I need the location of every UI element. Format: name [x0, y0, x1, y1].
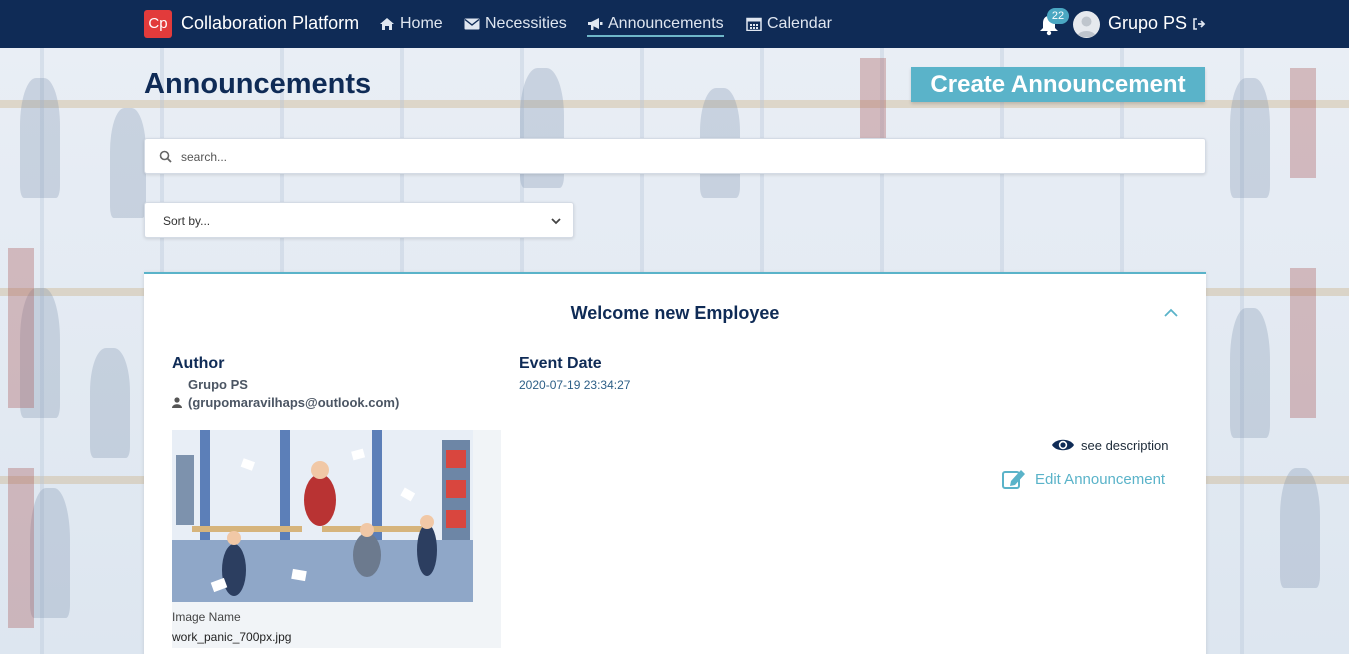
- edit-icon: [1002, 470, 1025, 489]
- eye-icon: [1052, 439, 1074, 451]
- edit-announcement-link[interactable]: Edit Announcement: [1001, 467, 1165, 491]
- page-title: Announcements: [144, 68, 372, 100]
- sort-select[interactable]: Sort by...: [144, 202, 574, 238]
- nav-home[interactable]: Home: [379, 13, 443, 35]
- announcement-image[interactable]: [172, 430, 473, 602]
- search-icon: [159, 150, 172, 163]
- edit-announcement-label: Edit Announcement: [1035, 470, 1166, 488]
- author-label: Author: [172, 355, 225, 372]
- nav-announcements-label: Announcements: [608, 15, 724, 32]
- search-input[interactable]: [181, 147, 1181, 167]
- announcement-card: Welcome new Employee Author Grupo PS (gr…: [144, 272, 1206, 654]
- announcement-title: Welcome new Employee: [570, 303, 780, 323]
- author-name: Grupo PS: [188, 377, 248, 392]
- brand-logo[interactable]: Cp: [144, 10, 172, 38]
- chevron-down-icon: [551, 218, 561, 225]
- nav-announcements[interactable]: Announcements: [587, 13, 724, 37]
- logout-icon[interactable]: [1192, 17, 1206, 31]
- image-name-label: Image Name: [172, 610, 241, 624]
- user-name[interactable]: Grupo PS: [1108, 13, 1187, 34]
- author-email: (grupomaravilhaps@outlook.com): [188, 395, 400, 410]
- brand-name[interactable]: Collaboration Platform: [181, 13, 359, 34]
- event-date: 2020-07-19 23:34:27: [519, 378, 631, 392]
- home-icon: [379, 17, 395, 31]
- nav-calendar[interactable]: Calendar: [746, 13, 832, 35]
- notification-badge: 22: [1047, 8, 1069, 24]
- nav-calendar-label: Calendar: [767, 15, 832, 32]
- nav-home-label: Home: [400, 15, 443, 32]
- envelope-icon: [464, 17, 480, 31]
- event-date-label: Event Date: [519, 355, 602, 372]
- avatar[interactable]: [1073, 11, 1100, 38]
- top-navbar: Cp Collaboration Platform Home Necessiti…: [0, 0, 1349, 48]
- announcement-image-panel: Image Name work_panic_700px.jpg: [172, 430, 501, 648]
- see-description-label: see description: [1081, 437, 1169, 453]
- nav-necessities-label: Necessities: [485, 15, 567, 32]
- megaphone-icon: [587, 17, 603, 31]
- create-announcement-button[interactable]: Create Announcement: [911, 67, 1205, 102]
- chevron-up-icon[interactable]: [1163, 307, 1179, 319]
- see-description-link[interactable]: see description: [1051, 437, 1168, 453]
- sort-selected-value: Sort by...: [163, 214, 211, 228]
- user-icon: [172, 397, 182, 408]
- calendar-icon: [746, 17, 762, 31]
- search-bar: [144, 138, 1206, 174]
- nav-necessities[interactable]: Necessities: [464, 13, 567, 35]
- image-name: work_panic_700px.jpg: [172, 630, 292, 644]
